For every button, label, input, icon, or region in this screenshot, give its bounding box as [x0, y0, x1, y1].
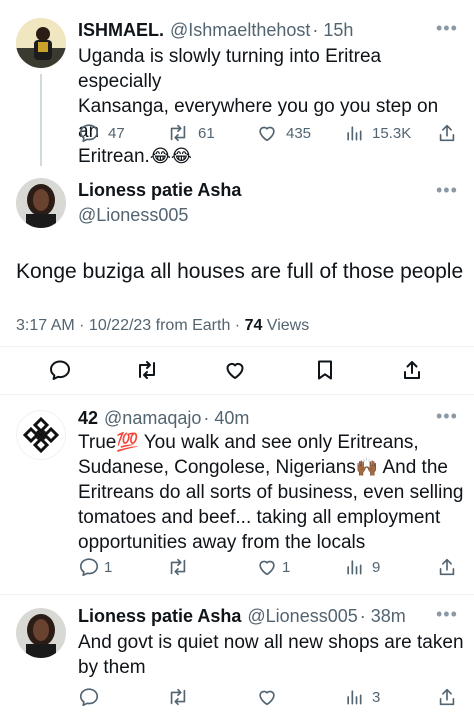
- tweet-text-line: Eritrean.: [78, 146, 150, 167]
- reply-icon: [79, 124, 99, 143]
- like-icon: [259, 690, 275, 706]
- like-button[interactable]: 435: [256, 122, 311, 144]
- views-label: Views: [262, 317, 310, 334]
- like-icon: [259, 560, 275, 576]
- views-icon: [347, 126, 362, 141]
- divider: [0, 594, 474, 595]
- retweet-count: 61: [198, 124, 215, 142]
- retweet-icon: [170, 688, 186, 706]
- reply-text-line: Eritreans do all sorts of business, even…: [78, 482, 464, 503]
- share-button[interactable]: [436, 686, 458, 708]
- laughing-emoji: 😂😂: [149, 146, 192, 166]
- views-icon: [347, 560, 362, 575]
- bookmark-icon: [318, 360, 332, 380]
- thread-line: [40, 74, 42, 166]
- author-name[interactable]: 42: [78, 408, 98, 429]
- avatar-lioness[interactable]: [16, 608, 66, 658]
- reply-icon: [79, 558, 99, 577]
- reply-icon: [79, 688, 99, 707]
- author-name[interactable]: Lioness patie Asha: [78, 606, 241, 627]
- raised-hands-emoji: 🙌🏾: [355, 457, 379, 477]
- share-icon: [404, 361, 420, 379]
- reply-text-line: by them: [78, 657, 146, 678]
- avatar-lioness[interactable]: [16, 178, 66, 228]
- avatar-ishmael[interactable]: [16, 18, 66, 68]
- like-button[interactable]: [223, 358, 247, 382]
- tweet-text-line: Uganda is slowly turning into Eritrea es…: [78, 46, 382, 92]
- reply-icon: [50, 360, 70, 380]
- retweet-button[interactable]: 61: [166, 122, 215, 144]
- reply-button[interactable]: 1: [78, 556, 112, 578]
- author-handle[interactable]: @Lioness005: [78, 205, 241, 226]
- main-tweet-text: Konge buziga all houses are full of thos…: [16, 260, 464, 283]
- author-name[interactable]: ISHMAEL.: [78, 20, 164, 41]
- reply-text-segment: Sudanese, Congolese, Nigerians: [78, 457, 356, 478]
- retweet-button[interactable]: [166, 686, 190, 708]
- tweet-time[interactable]: · 38m: [360, 606, 406, 627]
- like-icon: [226, 362, 244, 379]
- reply-text-segment: True: [78, 432, 117, 453]
- share-button[interactable]: [400, 358, 424, 382]
- share-button[interactable]: [436, 122, 458, 144]
- reply-button[interactable]: [78, 686, 100, 708]
- like-button[interactable]: 1: [256, 556, 290, 578]
- bookmark-button[interactable]: [313, 358, 337, 382]
- author-handle[interactable]: @Ishmaelthehost: [170, 20, 310, 41]
- author-handle[interactable]: @namaqajo: [104, 408, 201, 429]
- tweet-time[interactable]: · 40m: [203, 408, 249, 429]
- retweet-icon: [170, 124, 186, 142]
- like-count: 435: [286, 124, 312, 142]
- views-total: 74: [244, 317, 263, 334]
- views-button[interactable]: 15.3K: [344, 122, 411, 144]
- retweet-button[interactable]: [166, 556, 190, 578]
- share-icon: [439, 688, 455, 706]
- views-button[interactable]: 9: [344, 556, 380, 578]
- reply-text-segment: And the: [378, 457, 448, 478]
- reply-text: And govt is quiet now all new shops are …: [78, 630, 468, 680]
- more-icon[interactable]: •••: [436, 180, 458, 201]
- retweet-icon: [170, 558, 186, 576]
- reply-count: 1: [104, 558, 113, 576]
- author-handle[interactable]: @Lioness005: [247, 606, 357, 627]
- hundred-points-emoji: 💯: [116, 432, 139, 452]
- avatar-42[interactable]: [16, 410, 66, 460]
- reply-button[interactable]: [48, 358, 72, 382]
- reply-button[interactable]: 47: [78, 122, 125, 144]
- divider: [0, 394, 474, 395]
- reply-text-line: opportunities away from the locals: [78, 532, 366, 553]
- author-name[interactable]: Lioness patie Asha: [78, 180, 241, 201]
- views-count: 3: [372, 688, 381, 706]
- timestamp-text: 3:17 AM · 10/22/23 from Earth ·: [16, 317, 245, 334]
- reply-text-line: And govt is quiet now all new shops are …: [78, 632, 464, 653]
- retweet-icon: [139, 361, 155, 379]
- more-icon[interactable]: •••: [436, 604, 458, 625]
- like-button[interactable]: [256, 686, 278, 708]
- tweet-text: Uganda is slowly turning into Eritrea es…: [78, 44, 458, 169]
- share-icon: [439, 124, 455, 142]
- reply-count: 47: [108, 124, 125, 142]
- like-icon: [259, 126, 275, 142]
- share-icon: [439, 558, 455, 576]
- more-icon[interactable]: •••: [436, 18, 458, 39]
- tweet-time[interactable]: · 15h: [312, 20, 353, 41]
- views-count: 9: [372, 558, 381, 576]
- retweet-button[interactable]: [134, 358, 160, 382]
- views-count: 15.3K: [372, 124, 412, 142]
- like-count: 1: [282, 558, 291, 576]
- reply-text-line: tomatoes and beef... taking all employme…: [78, 507, 441, 528]
- divider: [0, 346, 474, 347]
- share-button[interactable]: [436, 556, 458, 578]
- views-icon: [347, 690, 362, 705]
- views-button[interactable]: 3: [344, 686, 380, 708]
- tweet-timestamp[interactable]: 3:17 AM · 10/22/23 from Earth · 74 Views: [16, 317, 309, 335]
- reply-text-segment: You walk and see only Eritreans,: [138, 432, 419, 453]
- more-icon[interactable]: •••: [436, 406, 458, 427]
- reply-text: True💯 You walk and see only Eritreans, S…: [78, 430, 468, 555]
